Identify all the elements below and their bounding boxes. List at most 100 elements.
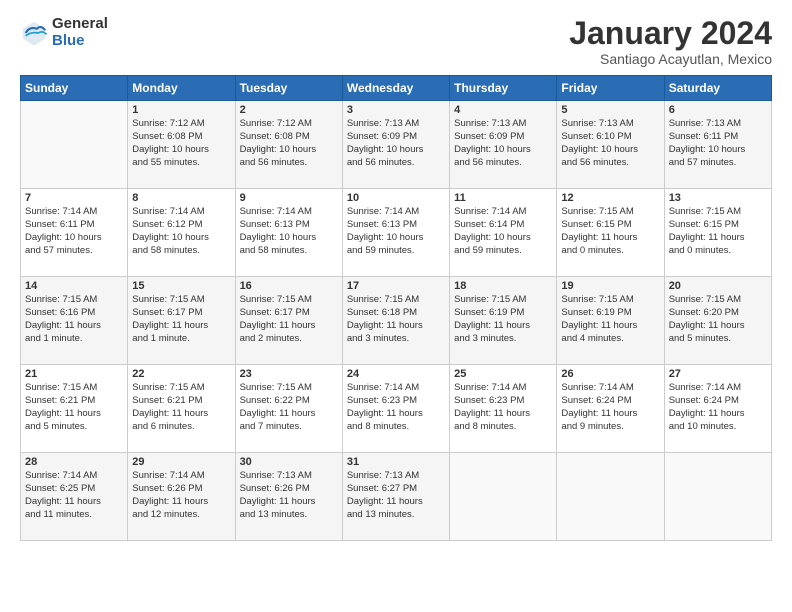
day-number: 26	[561, 368, 659, 380]
logo-general: General	[52, 16, 108, 33]
day-number: 25	[454, 368, 552, 380]
day-info: Sunrise: 7:14 AM Sunset: 6:24 PM Dayligh…	[561, 382, 659, 433]
title-block: January 2024 Santiago Acayutlan, Mexico	[569, 16, 772, 67]
table-row: 13 Sunrise: 7:15 AM Sunset: 6:15 PM Dayli…	[664, 189, 771, 277]
day-number: 5	[561, 104, 659, 116]
table-row: 26 Sunrise: 7:14 AM Sunset: 6:24 PM Dayli…	[557, 365, 664, 453]
table-row: 19Sunrise: 7:15 AM Sunset: 6:19 PM Dayli…	[557, 277, 664, 365]
table-row: 25 Sunrise: 7:14 AM Sunset: 6:23 PM Dayli…	[450, 365, 557, 453]
day-info: Sunrise: 7:13 AM Sunset: 6:09 PM Dayligh…	[454, 118, 552, 169]
day-number: 1	[132, 104, 230, 116]
table-row: 15Sunrise: 7:15 AM Sunset: 6:17 PM Dayli…	[128, 277, 235, 365]
logo-text: General Blue	[52, 16, 108, 49]
day-info: Sunrise: 7:15 AM Sunset: 6:15 PM Dayligh…	[669, 206, 767, 257]
calendar-week-row: 28Sunrise: 7:14 AM Sunset: 6:25 PM Dayli…	[21, 453, 772, 541]
table-row: 20 Sunrise: 7:15 AM Sunset: 6:20 PM Dayli…	[664, 277, 771, 365]
table-row: 31Sunrise: 7:13 AM Sunset: 6:27 PM Dayli…	[342, 453, 449, 541]
table-row	[664, 453, 771, 541]
day-info: Sunrise: 7:15 AM Sunset: 6:15 PM Dayligh…	[561, 206, 659, 257]
day-info: Sunrise: 7:14 AM Sunset: 6:26 PM Dayligh…	[132, 470, 230, 521]
day-number: 21	[25, 368, 123, 380]
day-info: Sunrise: 7:15 AM Sunset: 6:16 PM Dayligh…	[25, 294, 123, 345]
day-info: Sunrise: 7:14 AM Sunset: 6:23 PM Dayligh…	[454, 382, 552, 433]
day-info: Sunrise: 7:15 AM Sunset: 6:22 PM Dayligh…	[240, 382, 338, 433]
table-row: 17 Sunrise: 7:15 AM Sunset: 6:18 PM Dayli…	[342, 277, 449, 365]
day-info: Sunrise: 7:14 AM Sunset: 6:14 PM Dayligh…	[454, 206, 552, 257]
logo-blue: Blue	[52, 33, 108, 50]
day-info: Sunrise: 7:14 AM Sunset: 6:23 PM Dayligh…	[347, 382, 445, 433]
day-info: Sunrise: 7:14 AM Sunset: 6:11 PM Dayligh…	[25, 206, 123, 257]
day-info: Sunrise: 7:15 AM Sunset: 6:21 PM Dayligh…	[132, 382, 230, 433]
table-row	[450, 453, 557, 541]
day-info: Sunrise: 7:12 AM Sunset: 6:08 PM Dayligh…	[132, 118, 230, 169]
table-row: 10 Sunrise: 7:14 AM Sunset: 6:13 PM Dayli…	[342, 189, 449, 277]
day-number: 29	[132, 456, 230, 468]
table-row: 21 Sunrise: 7:15 AM Sunset: 6:21 PM Dayli…	[21, 365, 128, 453]
table-row	[21, 101, 128, 189]
day-number: 15	[132, 280, 230, 292]
day-number: 3	[347, 104, 445, 116]
day-info: Sunrise: 7:14 AM Sunset: 6:24 PM Dayligh…	[669, 382, 767, 433]
table-row: 29 Sunrise: 7:14 AM Sunset: 6:26 PM Dayli…	[128, 453, 235, 541]
day-number: 12	[561, 192, 659, 204]
table-row: 8Sunrise: 7:14 AM Sunset: 6:12 PM Daylig…	[128, 189, 235, 277]
calendar-week-row: 21 Sunrise: 7:15 AM Sunset: 6:21 PM Dayli…	[21, 365, 772, 453]
day-number: 7	[25, 192, 123, 204]
day-info: Sunrise: 7:13 AM Sunset: 6:26 PM Dayligh…	[240, 470, 338, 521]
col-tuesday: Tuesday	[235, 76, 342, 101]
day-number: 13	[669, 192, 767, 204]
logo: General Blue	[20, 16, 108, 49]
day-number: 18	[454, 280, 552, 292]
col-thursday: Thursday	[450, 76, 557, 101]
day-number: 22	[132, 368, 230, 380]
day-info: Sunrise: 7:15 AM Sunset: 6:20 PM Dayligh…	[669, 294, 767, 345]
table-row: 9Sunrise: 7:14 AM Sunset: 6:13 PM Daylig…	[235, 189, 342, 277]
day-number: 14	[25, 280, 123, 292]
day-info: Sunrise: 7:15 AM Sunset: 6:21 PM Dayligh…	[25, 382, 123, 433]
col-wednesday: Wednesday	[342, 76, 449, 101]
day-number: 24	[347, 368, 445, 380]
location: Santiago Acayutlan, Mexico	[569, 51, 772, 67]
table-row	[557, 453, 664, 541]
page-container: General Blue January 2024 Santiago Acayu…	[0, 0, 792, 551]
day-number: 4	[454, 104, 552, 116]
day-info: Sunrise: 7:14 AM Sunset: 6:13 PM Dayligh…	[347, 206, 445, 257]
day-number: 31	[347, 456, 445, 468]
table-row: 28Sunrise: 7:14 AM Sunset: 6:25 PM Dayli…	[21, 453, 128, 541]
day-info: Sunrise: 7:13 AM Sunset: 6:10 PM Dayligh…	[561, 118, 659, 169]
day-info: Sunrise: 7:14 AM Sunset: 6:25 PM Dayligh…	[25, 470, 123, 521]
day-info: Sunrise: 7:13 AM Sunset: 6:09 PM Dayligh…	[347, 118, 445, 169]
day-number: 20	[669, 280, 767, 292]
table-row: 16 Sunrise: 7:15 AM Sunset: 6:17 PM Dayli…	[235, 277, 342, 365]
day-info: Sunrise: 7:15 AM Sunset: 6:19 PM Dayligh…	[561, 294, 659, 345]
table-row: 12 Sunrise: 7:15 AM Sunset: 6:15 PM Dayli…	[557, 189, 664, 277]
day-info: Sunrise: 7:15 AM Sunset: 6:17 PM Dayligh…	[240, 294, 338, 345]
day-number: 6	[669, 104, 767, 116]
day-info: Sunrise: 7:14 AM Sunset: 6:12 PM Dayligh…	[132, 206, 230, 257]
table-row: 1 Sunrise: 7:12 AM Sunset: 6:08 PM Daylig…	[128, 101, 235, 189]
table-row: 5 Sunrise: 7:13 AM Sunset: 6:10 PM Daylig…	[557, 101, 664, 189]
logo-icon	[20, 19, 48, 47]
header: General Blue January 2024 Santiago Acayu…	[20, 16, 772, 67]
day-info: Sunrise: 7:15 AM Sunset: 6:18 PM Dayligh…	[347, 294, 445, 345]
calendar-header-row: Sunday Monday Tuesday Wednesday Thursday…	[21, 76, 772, 101]
day-info: Sunrise: 7:15 AM Sunset: 6:19 PM Dayligh…	[454, 294, 552, 345]
table-row: 6Sunrise: 7:13 AM Sunset: 6:11 PM Daylig…	[664, 101, 771, 189]
day-number: 10	[347, 192, 445, 204]
day-number: 16	[240, 280, 338, 292]
calendar-week-row: 7 Sunrise: 7:14 AM Sunset: 6:11 PM Daylig…	[21, 189, 772, 277]
calendar-table: Sunday Monday Tuesday Wednesday Thursday…	[20, 75, 772, 541]
calendar-week-row: 14 Sunrise: 7:15 AM Sunset: 6:16 PM Dayli…	[21, 277, 772, 365]
day-number: 17	[347, 280, 445, 292]
day-info: Sunrise: 7:14 AM Sunset: 6:13 PM Dayligh…	[240, 206, 338, 257]
table-row: 2Sunrise: 7:12 AM Sunset: 6:08 PM Daylig…	[235, 101, 342, 189]
day-number: 30	[240, 456, 338, 468]
month-title: January 2024	[569, 16, 772, 51]
col-monday: Monday	[128, 76, 235, 101]
table-row: 23 Sunrise: 7:15 AM Sunset: 6:22 PM Dayli…	[235, 365, 342, 453]
day-number: 2	[240, 104, 338, 116]
day-number: 23	[240, 368, 338, 380]
table-row: 18 Sunrise: 7:15 AM Sunset: 6:19 PM Dayli…	[450, 277, 557, 365]
col-sunday: Sunday	[21, 76, 128, 101]
table-row: 7 Sunrise: 7:14 AM Sunset: 6:11 PM Daylig…	[21, 189, 128, 277]
